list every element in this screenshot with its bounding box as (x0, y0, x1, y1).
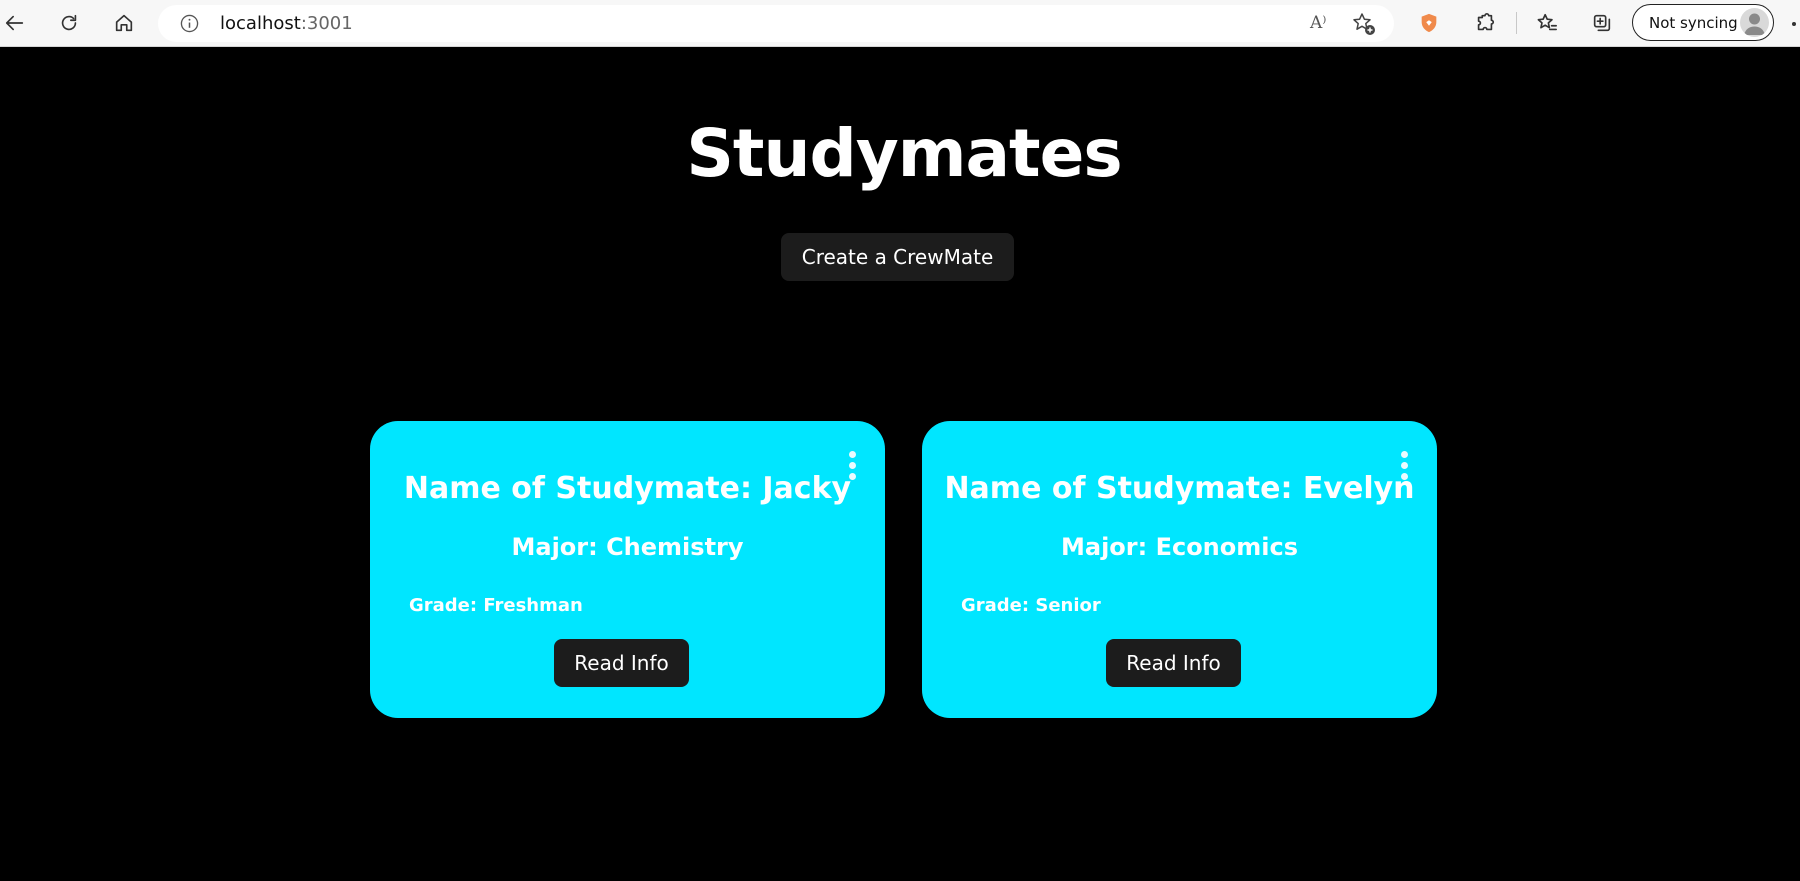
studymate-grade: Grade: Senior (961, 595, 1101, 616)
app-page: Studymates Create a CrewMate Name of Stu… (0, 47, 1800, 881)
page-title: Studymates (686, 115, 1122, 192)
browser-toolbar: localhost:3001 A⁾ Not syncing (0, 0, 1800, 47)
url-text[interactable]: localhost:3001 (220, 5, 353, 42)
address-bar[interactable]: localhost:3001 A⁾ (158, 5, 1394, 42)
studymate-major: Major: Chemistry (511, 533, 744, 561)
studymate-major: Major: Economics (1060, 533, 1298, 561)
url-port: :3001 (300, 13, 353, 34)
studymate-name: Name of Studymate: Evelyn (944, 471, 1415, 506)
collections-icon[interactable] (1587, 8, 1617, 38)
studymate-card: Name of Studymate: Evelyn Major: Economi… (922, 421, 1437, 718)
toolbar-divider (1516, 12, 1517, 34)
home-icon[interactable] (109, 8, 139, 38)
back-icon[interactable] (0, 8, 30, 38)
avatar-icon (1740, 8, 1769, 37)
profile-sync-button[interactable]: Not syncing (1632, 4, 1774, 41)
extensions-icon[interactable] (1470, 8, 1500, 38)
shield-icon[interactable] (1414, 8, 1444, 38)
favorites-icon[interactable] (1532, 8, 1562, 38)
refresh-icon[interactable] (54, 8, 84, 38)
info-icon[interactable] (180, 14, 199, 33)
studymate-card: Name of Studymate: Jacky Major: Chemistr… (370, 421, 885, 718)
read-aloud-icon[interactable]: A⁾ (1310, 13, 1326, 33)
url-host: localhost (220, 13, 301, 34)
sync-status-label: Not syncing (1649, 13, 1738, 32)
read-info-button[interactable]: Read Info (1106, 639, 1241, 687)
add-favorite-icon[interactable] (1351, 11, 1377, 37)
studymate-name: Name of Studymate: Jacky (403, 471, 852, 506)
create-crewmate-button[interactable]: Create a CrewMate (781, 233, 1014, 281)
more-icon[interactable] (1792, 22, 1796, 26)
read-info-button[interactable]: Read Info (554, 639, 689, 687)
studymate-grade: Grade: Freshman (409, 595, 583, 616)
